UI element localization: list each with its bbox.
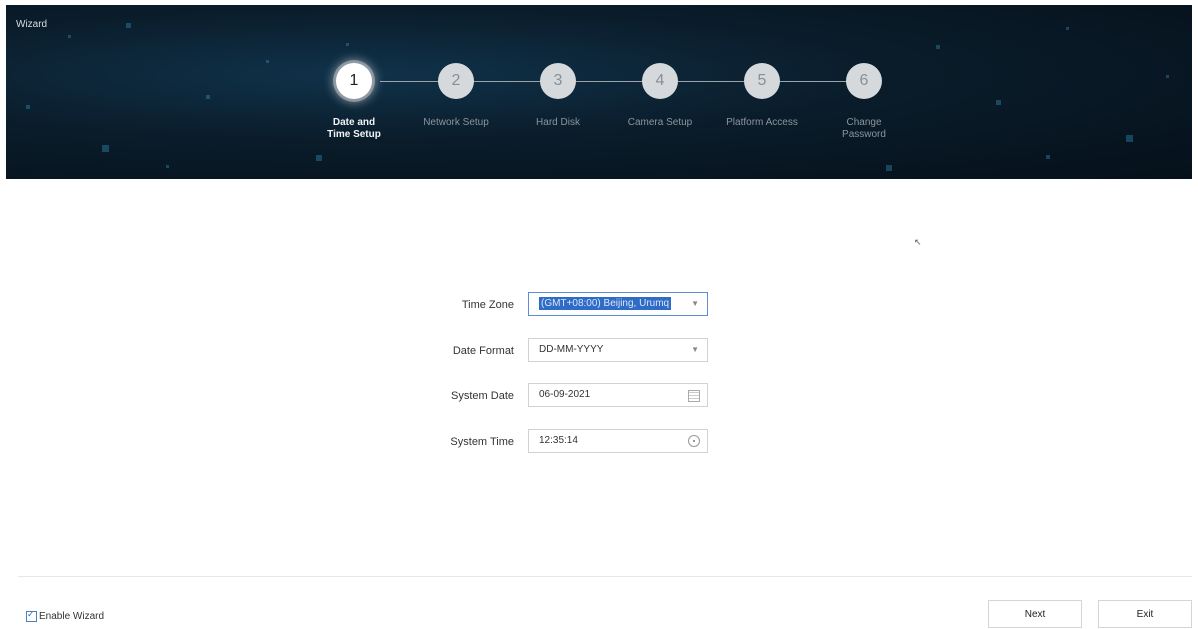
step-number: 3: [540, 63, 576, 99]
date-format-row: Date Format DD-MM-YYYY ▼: [0, 338, 1198, 364]
chevron-down-icon[interactable]: ▼: [691, 293, 699, 315]
step-change-password[interactable]: 6 Change Password: [804, 61, 924, 141]
wizard-header-banner: Wizard 1 Date and Time Setup 2 Network S…: [6, 5, 1192, 179]
window-title: Wizard: [16, 19, 48, 30]
date-format-value: DD-MM-YYYY: [539, 344, 604, 355]
footer-divider: [18, 576, 1192, 577]
wizard-stepper: 1 Date and Time Setup 2 Network Setup 3 …: [6, 61, 1192, 171]
step-number: 6: [846, 63, 882, 99]
system-date-field[interactable]: 06-09-2021: [528, 383, 708, 407]
enable-wizard-label: Enable Wizard: [39, 611, 105, 622]
time-zone-value: (GMT+08:00) Beijing, Urumq: [539, 297, 672, 310]
system-time-value: 12:35:14: [539, 435, 578, 446]
system-time-label: System Time: [450, 436, 514, 448]
system-date-label: System Date: [451, 390, 514, 402]
date-format-label: Date Format: [452, 345, 514, 357]
system-date-row: System Date 06-09-2021: [0, 383, 1198, 409]
mouse-cursor-icon: ↖: [914, 237, 922, 247]
time-zone-select[interactable]: (GMT+08:00) Beijing, Urumq ▼: [528, 292, 708, 316]
step-number: 4: [642, 63, 678, 99]
enable-wizard-toggle[interactable]: Enable Wizard: [26, 609, 105, 622]
step-number: 2: [438, 63, 474, 99]
step-label: Date and Time Setup: [327, 117, 381, 140]
time-zone-row: Time Zone (GMT+08:00) Beijing, Urumq ▼: [0, 292, 1198, 318]
enable-wizard-checkbox[interactable]: [26, 609, 37, 622]
system-time-field[interactable]: 12:35:14: [528, 429, 708, 453]
time-zone-label: Time Zone: [461, 299, 514, 311]
calendar-icon[interactable]: [688, 390, 700, 402]
step-number: 1: [336, 63, 372, 99]
step-label: Change Password: [842, 117, 886, 140]
exit-button[interactable]: Exit: [1098, 600, 1192, 628]
chevron-down-icon[interactable]: ▼: [691, 339, 699, 361]
step-number: 5: [744, 63, 780, 99]
system-time-row: System Time 12:35:14: [0, 429, 1198, 455]
system-date-value: 06-09-2021: [539, 389, 591, 400]
clock-icon[interactable]: [688, 435, 700, 447]
date-format-select[interactable]: DD-MM-YYYY ▼: [528, 338, 708, 362]
next-button[interactable]: Next: [988, 600, 1082, 628]
